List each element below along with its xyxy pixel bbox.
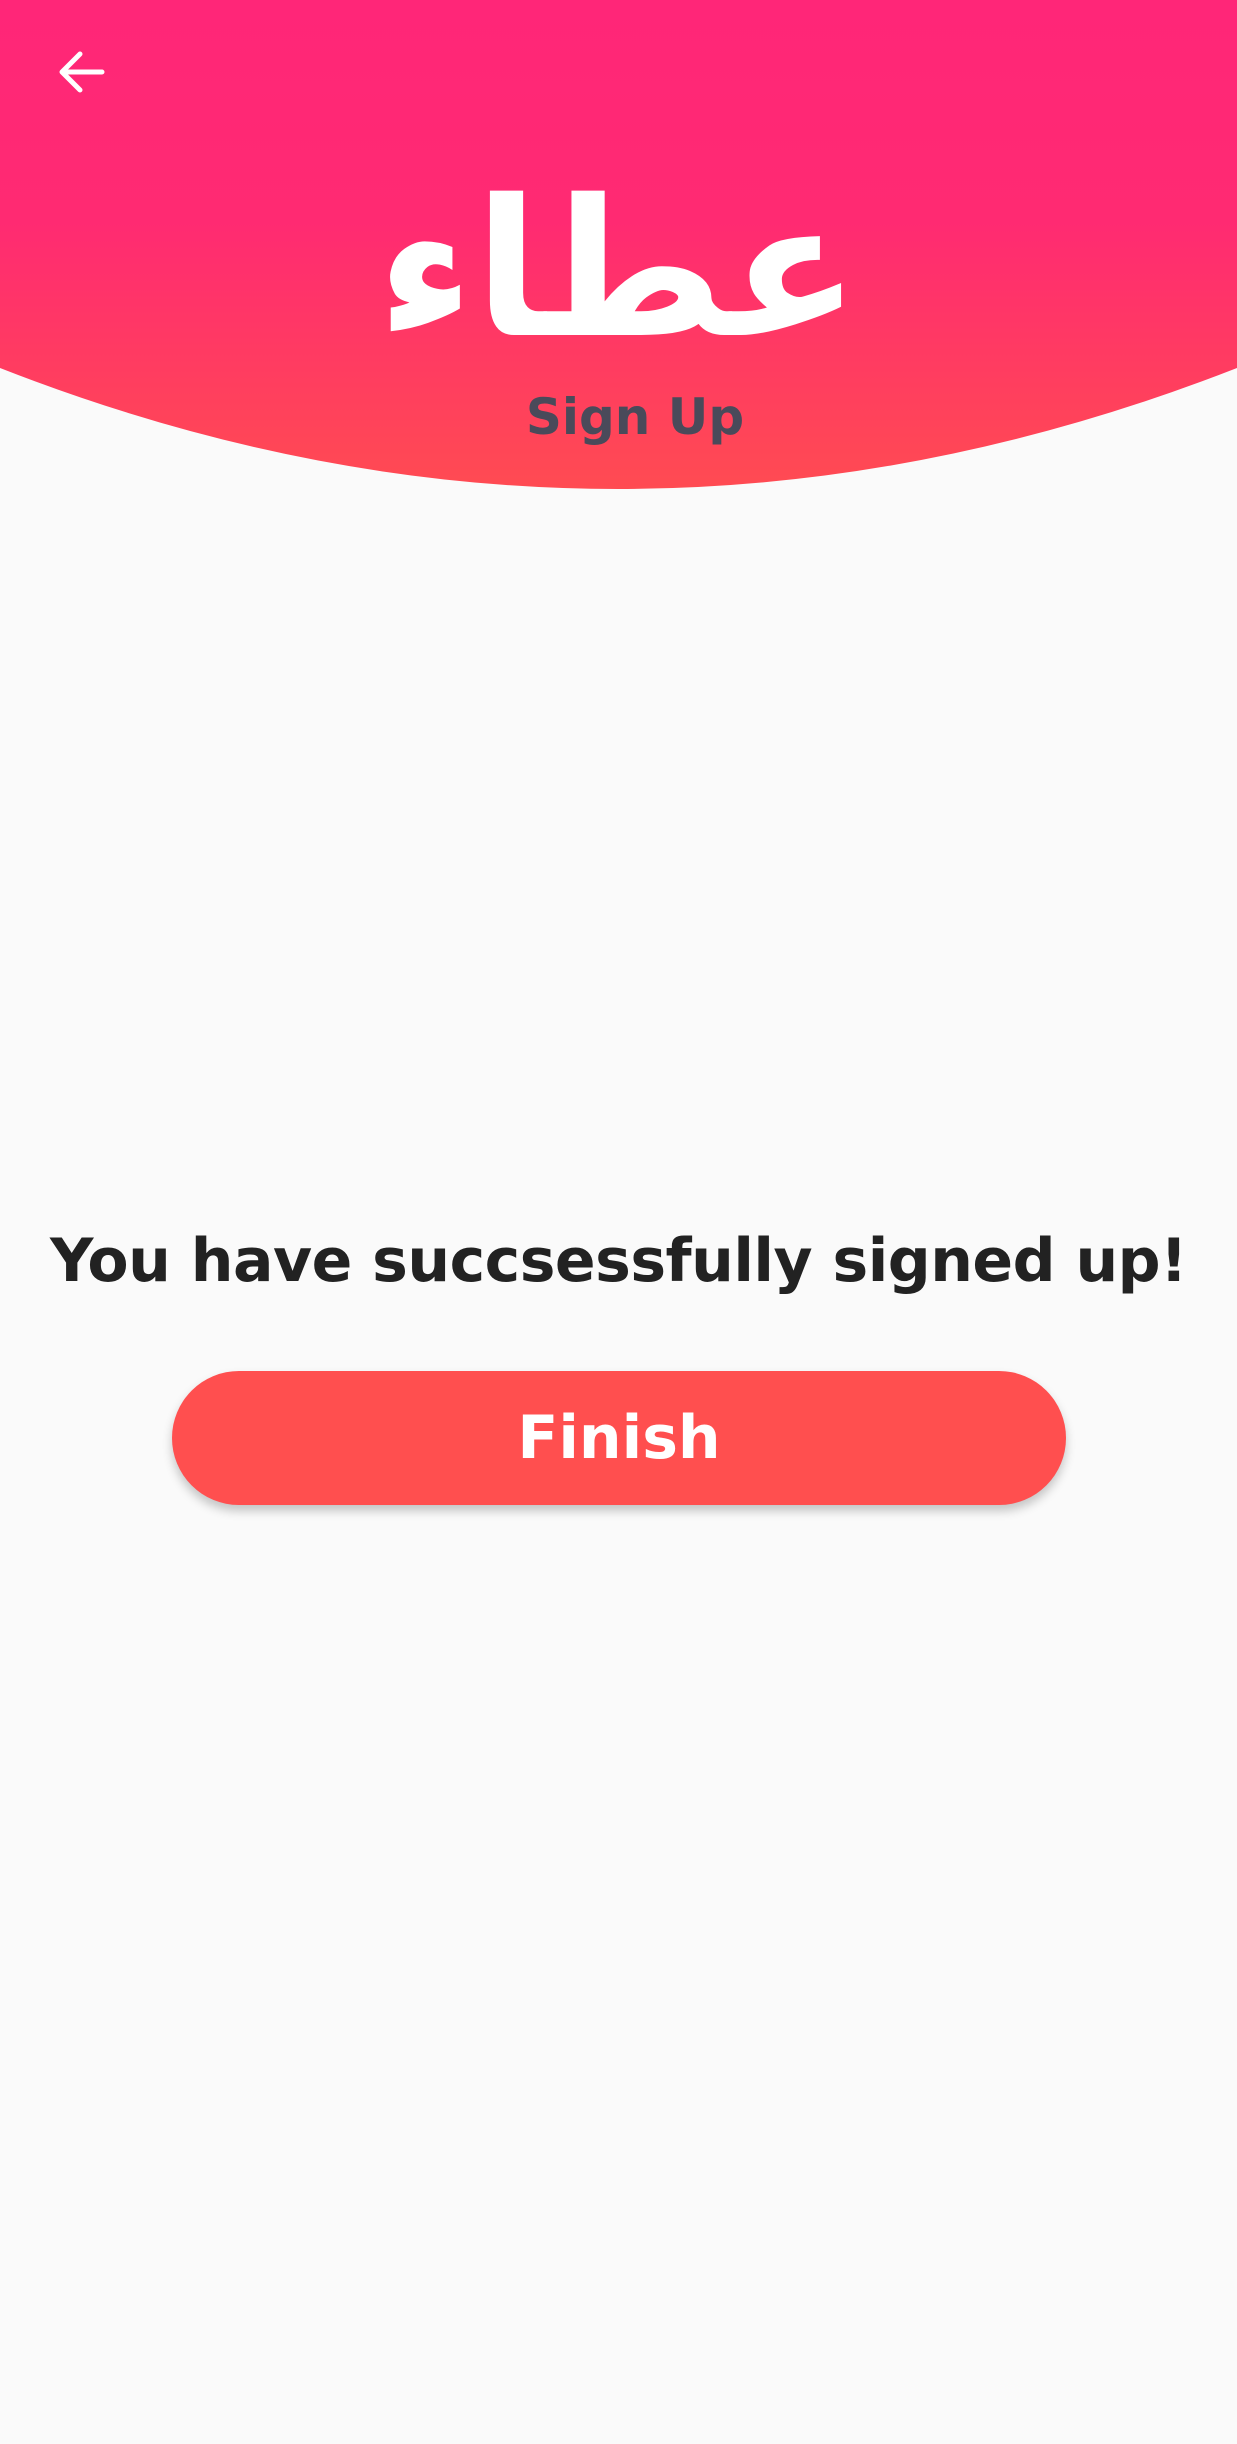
app-logo-text: عطاء	[376, 159, 861, 380]
finish-button[interactable]: Finish	[172, 1371, 1066, 1505]
back-button[interactable]	[36, 26, 128, 118]
finish-button-label: Finish	[517, 1403, 721, 1473]
arrow-left-icon	[59, 51, 105, 93]
signup-success-screen: عطاء Sign Up You have succsessfully sign…	[0, 0, 1237, 2444]
success-message: You have succsessfully signed up!	[49, 1226, 1188, 1296]
page-subtitle: Sign Up	[525, 388, 745, 446]
